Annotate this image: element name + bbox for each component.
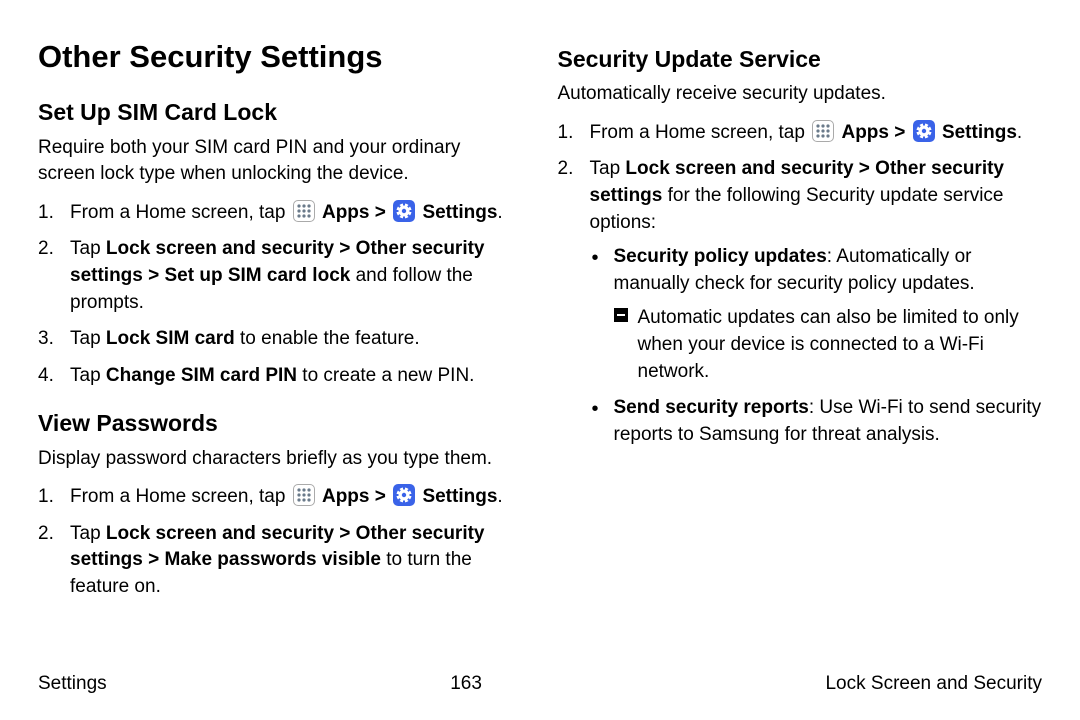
sus-subbullets: Automatic updates can also be limited to… [614, 305, 1043, 385]
text: Tap [70, 523, 106, 544]
settings-icon [393, 200, 415, 222]
sim-lead: Require both your SIM card PIN and your … [38, 135, 523, 188]
apps-label: Apps [322, 486, 370, 507]
settings-label: Settings [422, 486, 497, 507]
column-left: Other Security Settings Set Up SIM Card … [38, 35, 523, 610]
settings-icon [913, 120, 935, 142]
sus-bullets: Security policy updates: Automatically o… [590, 244, 1043, 448]
pwd-lead: Display password characters briefly as y… [38, 446, 523, 473]
sus-steps: From a Home screen, tap Apps > Settings.… [558, 120, 1043, 449]
text: Tap [70, 328, 106, 349]
text: From a Home screen, tap [590, 122, 811, 143]
sus-bullet-1: Security policy updates: Automatically o… [590, 244, 1043, 385]
pwd-step-1: From a Home screen, tap Apps > Settings. [38, 484, 523, 511]
sus-step-1: From a Home screen, tap Apps > Settings. [558, 120, 1043, 147]
apps-icon [812, 120, 834, 142]
pwd-step-2: Tap Lock screen and security > Other sec… [38, 521, 523, 601]
bold-path: Lock SIM card [106, 328, 235, 349]
sim-step-2: Tap Lock screen and security > Other sec… [38, 236, 523, 316]
text: From a Home screen, tap [70, 486, 291, 507]
sus-bullet-2: Send security reports: Use Wi-Fi to send… [590, 395, 1043, 448]
bold-term: Send security reports [614, 397, 809, 418]
chevron-icon: > [894, 122, 905, 143]
sus-lead: Automatically receive security updates. [558, 81, 1043, 108]
apps-icon [293, 484, 315, 506]
text: Tap [590, 158, 626, 179]
text: Tap [70, 238, 106, 259]
text: to create a new PIN. [297, 365, 474, 386]
bold-term: Security policy updates [614, 246, 827, 267]
settings-icon [393, 484, 415, 506]
text: to enable the feature. [235, 328, 420, 349]
sim-step-3: Tap Lock SIM card to enable the feature. [38, 326, 523, 353]
page-footer: Settings 163 Lock Screen and Security [38, 671, 1042, 698]
apps-icon [293, 200, 315, 222]
chevron-icon: > [375, 486, 386, 507]
sus-subbullet-1: Automatic updates can also be limited to… [614, 305, 1043, 385]
content-columns: Other Security Settings Set Up SIM Card … [38, 35, 1042, 610]
apps-label: Apps [841, 122, 889, 143]
column-right: Security Update Service Automatically re… [558, 35, 1043, 610]
settings-label: Settings [942, 122, 1017, 143]
footer-page-number: 163 [450, 671, 482, 698]
page-title: Other Security Settings [38, 35, 523, 78]
pwd-steps: From a Home screen, tap Apps > Settings.… [38, 484, 523, 600]
apps-label: Apps [322, 202, 370, 223]
heading-sim-lock: Set Up SIM Card Lock [38, 96, 523, 128]
bold-path: Change SIM card PIN [106, 365, 297, 386]
text: From a Home screen, tap [70, 202, 291, 223]
sim-step-1: From a Home screen, tap Apps > Settings. [38, 200, 523, 227]
sim-steps: From a Home screen, tap Apps > Settings.… [38, 200, 523, 390]
sus-step-2: Tap Lock screen and security > Other sec… [558, 156, 1043, 448]
chevron-icon: > [375, 202, 386, 223]
footer-left: Settings [38, 671, 107, 698]
footer-right: Lock Screen and Security [825, 671, 1042, 698]
text: Tap [70, 365, 106, 386]
heading-view-passwords: View Passwords [38, 407, 523, 439]
heading-security-update: Security Update Service [558, 43, 1043, 75]
settings-label: Settings [422, 202, 497, 223]
sim-step-4: Tap Change SIM card PIN to create a new … [38, 363, 523, 390]
